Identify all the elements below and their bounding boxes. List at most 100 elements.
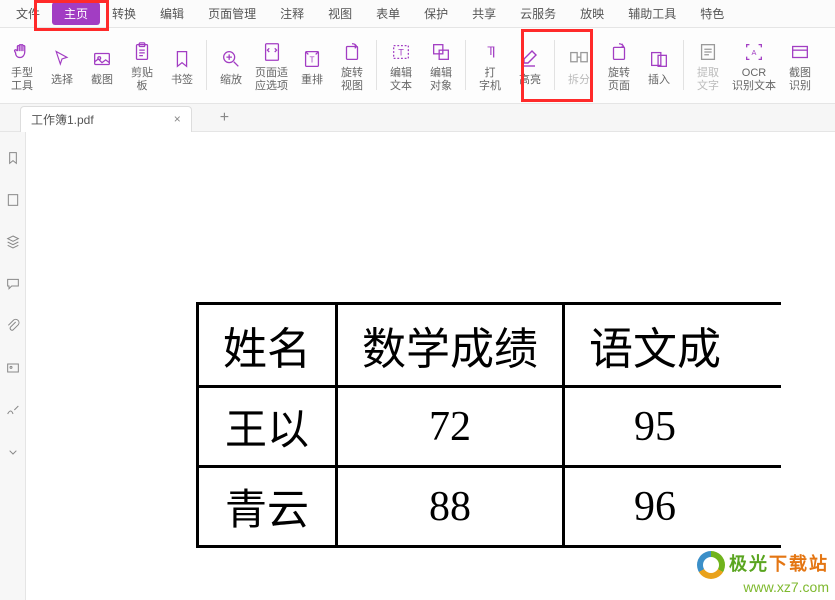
- hand-icon: [11, 37, 33, 67]
- ocr-label: OCR 识别文本: [732, 67, 776, 93]
- highlight-label: 高亮: [519, 74, 541, 87]
- typewriter-button[interactable]: T 打 字机: [470, 34, 510, 96]
- menu-comment[interactable]: 注释: [268, 1, 316, 26]
- screen-ocr-icon: [789, 37, 811, 67]
- edit-text-label: 编辑 文本: [390, 67, 412, 93]
- rail-layers-icon[interactable]: [5, 234, 21, 250]
- menu-protect[interactable]: 保护: [412, 1, 460, 26]
- menu-cloud[interactable]: 云服务: [508, 1, 568, 26]
- zoom-icon: [220, 44, 242, 74]
- watermark-url: www.xz7.com: [697, 579, 829, 596]
- add-tab-button[interactable]: +: [220, 109, 229, 127]
- menu-aux[interactable]: 辅助工具: [616, 1, 688, 26]
- header-name: 姓名: [198, 304, 337, 387]
- main-area: 姓名 数学成绩 语文成 王以 72 95 青云 88 96: [0, 132, 835, 600]
- select-button[interactable]: 选择: [42, 34, 82, 96]
- reflow-button[interactable]: T 重排: [292, 34, 332, 96]
- cell-chinese: 95: [564, 387, 782, 467]
- edit-text-button[interactable]: T 编辑 文本: [381, 34, 421, 96]
- header-math: 数学成绩: [337, 304, 564, 387]
- rotate-view-icon: [341, 37, 363, 67]
- menu-view[interactable]: 视图: [316, 1, 364, 26]
- fit-icon: [261, 37, 283, 67]
- rail-signature-icon[interactable]: [5, 402, 21, 418]
- table-row: 青云 88 96: [198, 467, 782, 547]
- extract-icon: [697, 37, 719, 67]
- clipboard-label: 剪贴 板: [131, 67, 153, 93]
- split-label: 拆分: [568, 74, 590, 87]
- rail-attachments-icon[interactable]: [5, 318, 21, 334]
- highlight-icon: [518, 44, 542, 74]
- rotate-view-button[interactable]: 旋转 视图: [332, 34, 372, 96]
- rail-bookmark-icon[interactable]: [5, 150, 21, 166]
- zoom-label: 缩放: [220, 74, 242, 87]
- document-tab[interactable]: 工作簿1.pdf ×: [20, 106, 192, 132]
- document-tab-title: 工作簿1.pdf: [31, 111, 94, 128]
- cell-math: 72: [337, 387, 564, 467]
- select-label: 选择: [51, 74, 73, 87]
- rotate-page-label: 旋转 页面: [608, 67, 630, 93]
- menu-home[interactable]: 主页: [52, 2, 100, 25]
- rail-thumbnails-icon[interactable]: [5, 192, 21, 208]
- svg-text:T: T: [398, 48, 404, 58]
- menu-edit[interactable]: 编辑: [148, 1, 196, 26]
- snapshot-button[interactable]: 截图: [82, 34, 122, 96]
- clipboard-button[interactable]: 剪贴 板: [122, 34, 162, 96]
- pdf-table: 姓名 数学成绩 语文成 王以 72 95 青云 88 96: [196, 302, 781, 548]
- fit-page-button[interactable]: 页面适 应选项: [251, 34, 292, 96]
- menu-bar: 文件 主页 转换 编辑 页面管理 注释 视图 表单 保护 共享 云服务 放映 辅…: [0, 0, 835, 28]
- separator: [206, 40, 207, 90]
- ocr-button[interactable]: A OCR 识别文本: [728, 34, 780, 96]
- highlight-button[interactable]: 高亮: [510, 34, 550, 96]
- menu-slideshow[interactable]: 放映: [568, 1, 616, 26]
- extract-text-button[interactable]: 提取 文字: [688, 34, 728, 96]
- split-button[interactable]: 拆分: [559, 34, 599, 96]
- reflow-label: 重排: [301, 74, 323, 87]
- bookmark-button[interactable]: 书签: [162, 34, 202, 96]
- separator: [376, 40, 377, 90]
- bookmark-icon: [171, 44, 193, 74]
- ocr-icon: A: [743, 37, 765, 67]
- rotate-view-label: 旋转 视图: [341, 67, 363, 93]
- rail-comments-icon[interactable]: [5, 276, 21, 292]
- rotate-page-button[interactable]: 旋转 页面: [599, 34, 639, 96]
- clipboard-icon: [131, 37, 153, 67]
- cell-math: 88: [337, 467, 564, 547]
- edit-text-icon: T: [390, 37, 412, 67]
- insert-icon: [648, 44, 670, 74]
- menu-form[interactable]: 表单: [364, 1, 412, 26]
- table-header-row: 姓名 数学成绩 语文成: [198, 304, 782, 387]
- menu-special[interactable]: 特色: [688, 1, 736, 26]
- hand-label: 手型 工具: [11, 67, 33, 93]
- hand-tool-button[interactable]: 手型 工具: [2, 34, 42, 96]
- screen-ocr-label: 截图 识别: [789, 67, 811, 93]
- insert-label: 插入: [648, 74, 670, 87]
- snapshot-icon: [91, 44, 113, 74]
- edit-object-icon: [430, 37, 452, 67]
- menu-share[interactable]: 共享: [460, 1, 508, 26]
- cursor-icon: [52, 44, 72, 74]
- document-tab-bar: 工作簿1.pdf × +: [0, 104, 835, 132]
- rail-image-icon[interactable]: [5, 360, 21, 376]
- edit-object-label: 编辑 对象: [430, 67, 452, 93]
- svg-text:T: T: [309, 55, 314, 64]
- zoom-button[interactable]: 缩放: [211, 34, 251, 96]
- rail-more-icon[interactable]: [5, 444, 21, 460]
- bookmark-label: 书签: [171, 74, 193, 87]
- insert-button[interactable]: 插入: [639, 34, 679, 96]
- menu-pages[interactable]: 页面管理: [196, 1, 268, 26]
- rotate-page-icon: [608, 37, 630, 67]
- menu-convert[interactable]: 转换: [100, 1, 148, 26]
- edit-object-button[interactable]: 编辑 对象: [421, 34, 461, 96]
- snapshot-label: 截图: [91, 74, 113, 87]
- screen-ocr-button[interactable]: 截图 识别: [780, 34, 820, 96]
- svg-text:A: A: [752, 48, 757, 57]
- header-chinese: 语文成: [564, 304, 782, 387]
- cell-name: 青云: [198, 467, 337, 547]
- close-tab-icon[interactable]: ×: [174, 112, 181, 126]
- typewriter-label: 打 字机: [479, 67, 501, 93]
- document-canvas[interactable]: 姓名 数学成绩 语文成 王以 72 95 青云 88 96: [26, 132, 835, 600]
- cell-chinese: 96: [564, 467, 782, 547]
- reflow-icon: T: [301, 44, 323, 74]
- menu-file[interactable]: 文件: [4, 1, 52, 26]
